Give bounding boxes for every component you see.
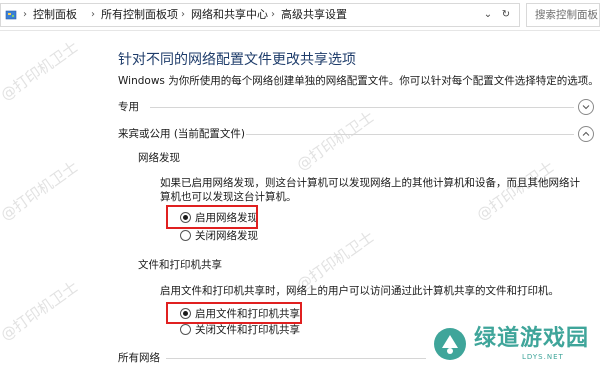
search-placeholder: 搜索控制面板: [535, 9, 598, 21]
radio-unchecked-icon[interactable]: [180, 230, 191, 241]
network-discovery-title: 网络发现: [138, 152, 180, 164]
search-input[interactable]: 搜索控制面板: [526, 3, 600, 27]
file-printer-sharing-title: 文件和打印机共享: [138, 259, 222, 271]
divider: [166, 358, 426, 359]
breadcrumb-item-network-center[interactable]: 网络和共享中心: [191, 8, 268, 22]
refresh-icon[interactable]: ↻: [499, 8, 513, 22]
logo-icon: [434, 328, 466, 360]
chevron-up-icon: [582, 131, 590, 136]
page-title: 针对不同的网络配置文件更改共享选项: [118, 52, 356, 68]
page-description: Windows 为你所使用的每个网络创建单独的网络配置文件。你可以针对每个配置文…: [118, 75, 599, 87]
breadcrumb-item-advanced-sharing[interactable]: 高级共享设置: [281, 8, 347, 22]
chevron-down-icon: [582, 105, 590, 110]
collapse-guest-button[interactable]: [578, 126, 594, 142]
breadcrumb-item-control-panel[interactable]: 控制面板: [33, 8, 77, 22]
file-printer-sharing-description: 启用文件和打印机共享时，网络上的用户可以访问通过此计算机共享的文件和打印机。: [160, 285, 559, 297]
address-bar: › 控制面板 › 所有控制面板项 › 网络和共享中心 › 高级共享设置 ⌄ ↻ …: [0, 0, 600, 31]
divider: [150, 107, 574, 108]
profile-all-header[interactable]: 所有网络: [118, 351, 160, 365]
expand-private-button[interactable]: [578, 99, 594, 115]
breadcrumb-separator-icon: ›: [181, 9, 185, 20]
site-logo: 绿道游戏园 LDYS.NET: [430, 322, 600, 370]
divider: [246, 134, 574, 135]
radio-label[interactable]: 关闭网络发现: [195, 229, 258, 243]
highlight-box: [166, 205, 258, 229]
highlight-box: [166, 302, 302, 324]
watermark-text: @打印机卫士: [0, 37, 82, 105]
radio-unchecked-icon[interactable]: [180, 324, 191, 335]
breadcrumb-separator-icon: ›: [91, 9, 95, 20]
radio-label[interactable]: 关闭文件和打印机共享: [195, 323, 300, 337]
logo-text: 绿道游戏园: [474, 326, 590, 351]
chevron-down-icon[interactable]: ⌄: [481, 8, 495, 22]
watermark-text: @打印机卫士: [0, 157, 82, 225]
watermark-text: @打印机卫士: [293, 107, 378, 175]
logo-subtext: LDYS.NET: [522, 353, 564, 361]
control-panel-icon: [5, 10, 17, 20]
profile-private-header[interactable]: 专用: [118, 100, 139, 114]
breadcrumb[interactable]: › 控制面板 › 所有控制面板项 › 网络和共享中心 › 高级共享设置 ⌄ ↻: [0, 3, 520, 27]
profile-guest-header[interactable]: 来宾或公用 (当前配置文件): [118, 127, 245, 141]
breadcrumb-item-all-items[interactable]: 所有控制面板项: [101, 8, 178, 22]
breadcrumb-separator-icon: ›: [23, 9, 27, 20]
watermark-text: @打印机卫士: [0, 277, 82, 345]
network-discovery-description: 如果已启用网络发现，则这台计算机可以发现网络上的其他计算机和设备，而且其他网络计…: [160, 177, 580, 203]
breadcrumb-separator-icon: ›: [271, 9, 275, 20]
